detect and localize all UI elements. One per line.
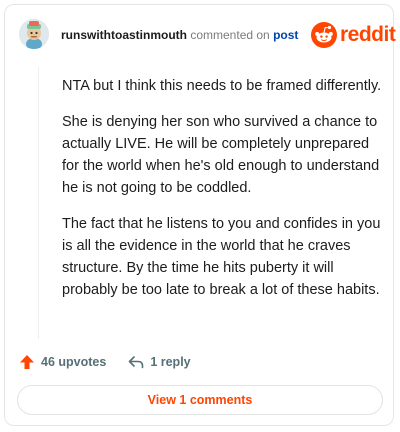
comment-byline: runswithtoastinmouth commented on post	[61, 28, 298, 42]
reply-count: 1 reply	[150, 355, 191, 369]
upvote-arrow-icon	[20, 355, 34, 369]
reply-button[interactable]: 1 reply	[128, 354, 191, 370]
reply-arrow-icon	[129, 356, 144, 369]
post-link[interactable]: post	[273, 28, 298, 42]
view-comments-button[interactable]: View 1 comments	[17, 385, 383, 415]
thread-line	[38, 67, 39, 339]
comment-body: NTA but I think this needs to be framed …	[62, 75, 384, 315]
reddit-wordmark: reddit	[340, 23, 396, 46]
username-link[interactable]: runswithtoastinmouth	[61, 28, 187, 42]
avatar-icon	[19, 19, 49, 49]
comment-paragraph: She is denying her son who survived a ch…	[62, 114, 380, 196]
comment-paragraph: NTA but I think this needs to be framed …	[62, 78, 382, 94]
comment-actions: 46 upvotes 1 reply	[19, 351, 191, 373]
reddit-logo-icon	[311, 22, 337, 48]
upvote-count: 46 upvotes	[41, 355, 107, 369]
comment-card: runswithtoastinmouth commented on post r…	[4, 4, 396, 426]
upvote-button[interactable]: 46 upvotes	[19, 354, 106, 370]
commented-label: commented on	[190, 28, 270, 42]
comment-header: runswithtoastinmouth commented on post r…	[5, 5, 396, 61]
reddit-brand[interactable]: reddit	[311, 21, 396, 49]
avatar[interactable]	[19, 19, 49, 49]
comment-paragraph: The fact that he listens to you and conf…	[62, 216, 381, 298]
